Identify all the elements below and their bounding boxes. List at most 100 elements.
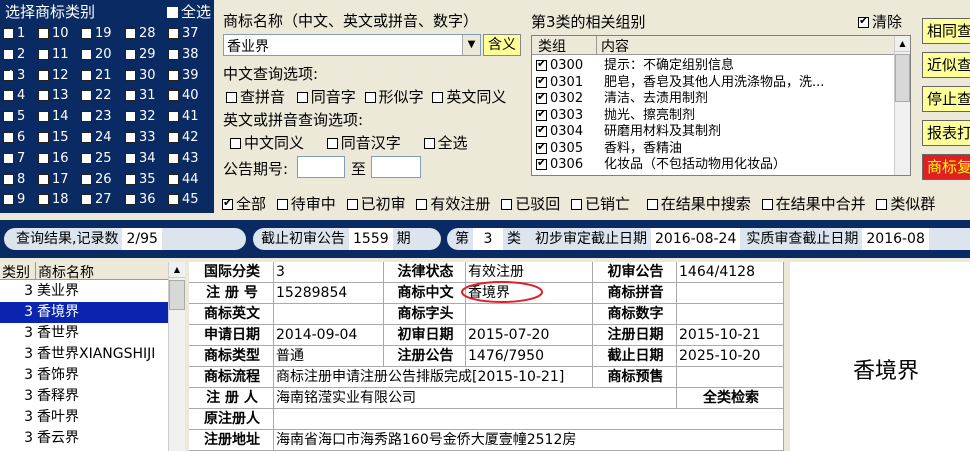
class-option[interactable]: 45: [168, 192, 199, 208]
class-option[interactable]: 33: [125, 130, 156, 146]
class-checkbox[interactable]: [168, 90, 179, 102]
class-checkbox[interactable]: [125, 132, 136, 143]
class-option[interactable]: 29: [125, 47, 156, 63]
class-checkbox[interactable]: [168, 111, 179, 123]
class-checkbox[interactable]: [125, 152, 136, 164]
checkbox[interactable]: [423, 138, 435, 149]
trademark-name-input[interactable]: 香业界: [223, 34, 481, 56]
class-checkbox[interactable]: [3, 152, 14, 164]
results-scrollbar[interactable]: ▲: [168, 262, 185, 451]
checkbox[interactable]: [346, 199, 358, 210]
class-option[interactable]: 27: [81, 192, 112, 208]
class-checkbox[interactable]: [3, 194, 14, 206]
checkbox[interactable]: [876, 199, 888, 210]
filter-prelim[interactable]: 已初审: [346, 195, 406, 213]
stop-search-button[interactable]: 停止查询: [922, 86, 970, 112]
result-row[interactable]: 3 香世界: [0, 323, 168, 344]
checkbox[interactable]: [416, 199, 428, 210]
period-from-input[interactable]: [297, 156, 345, 178]
filter-rejected[interactable]: 已驳回: [501, 195, 560, 213]
filter-dead[interactable]: 已销亡: [570, 195, 630, 213]
scroll-thumb[interactable]: [895, 54, 910, 102]
checkbox[interactable]: [364, 92, 376, 103]
scroll-up-icon[interactable]: ▲: [169, 262, 185, 278]
class-option[interactable]: 42: [168, 130, 199, 146]
checkbox[interactable]: [296, 92, 308, 103]
checkbox[interactable]: [761, 199, 773, 210]
class-checkbox[interactable]: [38, 90, 49, 102]
class-checkbox[interactable]: [168, 152, 179, 164]
class-option[interactable]: 43: [168, 151, 199, 167]
class-option[interactable]: 36: [125, 192, 156, 208]
filter-pending[interactable]: 待审中: [276, 195, 336, 213]
group-checkbox[interactable]: [536, 57, 547, 71]
class-checkbox[interactable]: [125, 194, 136, 206]
en-option-homophone-hanzi[interactable]: 同音汉字: [326, 134, 401, 152]
group-row[interactable]: 0304 研磨用材料及其制剂: [532, 123, 721, 140]
result-row[interactable]: 3 香饰界: [0, 365, 168, 386]
filter-valid[interactable]: 有效注册: [416, 195, 490, 213]
select-all-classes[interactable]: 全选: [167, 1, 211, 22]
result-row[interactable]: 3 香境界: [0, 302, 168, 323]
group-checkbox[interactable]: [536, 90, 547, 104]
class-checkbox[interactable]: [81, 132, 92, 143]
class-option[interactable]: 10: [38, 26, 69, 42]
class-checkbox[interactable]: [168, 194, 179, 206]
class-option[interactable]: 38: [168, 47, 199, 63]
cn-option-english-synonym[interactable]: 英文同义: [432, 88, 506, 106]
group-checkbox[interactable]: [536, 107, 547, 121]
class-option[interactable]: 26: [81, 172, 112, 188]
checkbox[interactable]: [226, 92, 237, 103]
class-option[interactable]: 44: [168, 172, 199, 188]
group-checkbox[interactable]: [536, 123, 547, 137]
group-row[interactable]: 0303 抛光、擦亮制剂: [532, 107, 695, 124]
class-option[interactable]: 6: [3, 130, 25, 146]
group-scrollbar[interactable]: ▲: [894, 36, 910, 175]
en-option-select-all[interactable]: 全选: [423, 134, 468, 152]
scroll-up-icon[interactable]: ▲: [895, 36, 910, 52]
class-checkbox[interactable]: [81, 152, 92, 164]
class-checkbox[interactable]: [81, 28, 92, 39]
cn-option-homophone[interactable]: 同音字: [296, 88, 356, 106]
class-checkbox[interactable]: [3, 173, 14, 185]
filter-all[interactable]: 全部: [222, 195, 266, 213]
clear-checkbox[interactable]: [858, 14, 869, 28]
checkbox[interactable]: [326, 138, 338, 149]
result-row[interactable]: 3 美业界: [0, 281, 168, 302]
class-checkbox[interactable]: [81, 48, 92, 60]
class-option[interactable]: 30: [125, 68, 156, 84]
class-option[interactable]: 37: [168, 26, 199, 42]
class-option[interactable]: 13: [38, 88, 69, 104]
class-checkbox[interactable]: [38, 152, 49, 164]
period-to-input[interactable]: [371, 156, 421, 178]
class-option[interactable]: 7: [3, 151, 25, 167]
class-option[interactable]: 34: [125, 151, 156, 167]
class-checkbox[interactable]: [168, 28, 179, 39]
class-checkbox[interactable]: [38, 69, 49, 81]
class-option[interactable]: 8: [3, 172, 25, 188]
select-all-checkbox[interactable]: [167, 7, 178, 18]
clear-groups[interactable]: 清除: [858, 11, 902, 32]
group-checkbox[interactable]: [536, 140, 547, 154]
class-option[interactable]: 16: [38, 151, 69, 167]
class-option[interactable]: 12: [38, 68, 69, 84]
full-search-button[interactable]: 全类检索: [677, 388, 784, 409]
class-checkbox[interactable]: [81, 90, 92, 102]
group-checkbox[interactable]: [536, 74, 547, 88]
class-checkbox[interactable]: [3, 67, 14, 81]
class-checkbox[interactable]: [125, 69, 136, 81]
checkbox[interactable]: [276, 199, 288, 210]
result-row[interactable]: 3 香释界: [0, 386, 168, 407]
class-option[interactable]: 25: [81, 151, 112, 167]
scroll-thumb[interactable]: [169, 280, 185, 310]
class-checkbox[interactable]: [168, 173, 179, 185]
class-checkbox[interactable]: [125, 90, 136, 102]
class-option[interactable]: 31: [125, 88, 156, 104]
class-option[interactable]: 4: [3, 88, 25, 104]
class-checkbox[interactable]: [125, 173, 136, 185]
class-option[interactable]: 18: [38, 192, 69, 208]
filter-similar-group[interactable]: 类似群: [876, 195, 935, 213]
result-row[interactable]: 3 香云界: [0, 428, 168, 449]
en-option-cn-synonym[interactable]: 中文同义: [230, 134, 304, 152]
print-report-button[interactable]: 报表打印: [922, 120, 970, 146]
